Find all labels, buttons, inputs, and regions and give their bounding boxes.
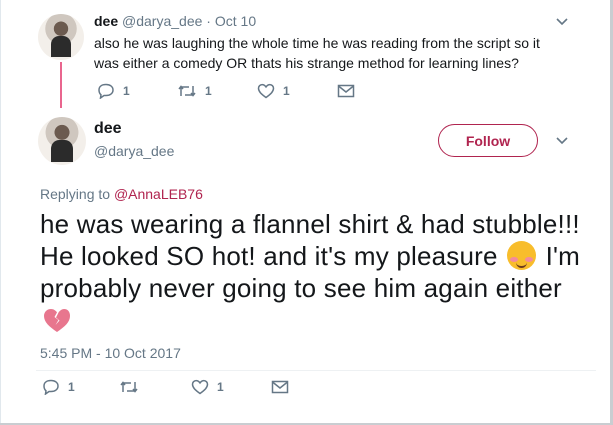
parent-date[interactable]: Oct 10 [215,13,256,29]
reply-icon [43,379,59,395]
smiling-face-with-blush-icon [507,241,537,270]
main-like-button[interactable]: 1 [191,379,271,395]
replying-to-link[interactable]: @AnnaLEB76 [114,186,203,202]
like-icon [191,379,209,395]
tweet-timestamp[interactable]: 5:45 PM - 10 Oct 2017 [40,345,181,361]
parent-action-bar: 1 1 1 [97,83,355,99]
parent-like-button[interactable]: 1 [257,83,337,99]
main-avatar[interactable] [38,117,86,165]
message-icon [337,84,355,98]
parent-separator: · [206,13,211,29]
follow-button[interactable]: Follow [438,124,538,157]
parent-reply-button[interactable]: 1 [97,83,177,99]
like-icon [257,83,275,99]
main-author-name[interactable]: dee [94,120,122,138]
parent-author-line: dee @darya_dee · Oct 10 [94,13,256,29]
parent-dm-button[interactable] [337,83,355,99]
retweet-icon [120,381,138,393]
parent-reply-count: 1 [123,84,130,98]
thread-connector [60,62,62,108]
parent-tweet-text: also he was laughing the whole time he w… [94,35,540,71]
message-icon [271,380,289,394]
main-tweet-text-part1: he was wearing a flannel shirt & had stu… [40,209,580,271]
main-dm-button[interactable] [271,379,289,395]
retweet-icon [178,85,196,97]
main-retweet-button[interactable] [119,379,191,395]
frame-left-edge [0,0,1,425]
main-tweet-text: he was wearing a flannel shirt & had stu… [40,208,580,336]
parent-author-name[interactable]: dee [94,13,118,29]
divider [36,370,596,371]
parent-like-count: 1 [283,84,290,98]
replying-to-line: Replying to @AnnaLEB76 [40,186,203,202]
main-reply-count: 1 [68,380,75,394]
parent-avatar[interactable] [38,14,84,60]
main-reply-button[interactable]: 1 [42,379,119,395]
parent-retweet-button[interactable]: 1 [177,83,257,99]
parent-author-handle[interactable]: @darya_dee [122,13,202,29]
broken-heart-icon [44,309,70,332]
replying-prefix: Replying to [40,186,111,202]
chevron-down-icon[interactable] [556,137,568,147]
chevron-down-icon[interactable] [556,18,568,28]
main-like-count: 1 [217,380,224,394]
reply-icon [98,83,114,99]
parent-retweet-count: 1 [205,84,212,98]
main-author-handle[interactable]: @darya_dee [94,143,174,159]
main-action-bar: 1 1 [42,379,289,395]
